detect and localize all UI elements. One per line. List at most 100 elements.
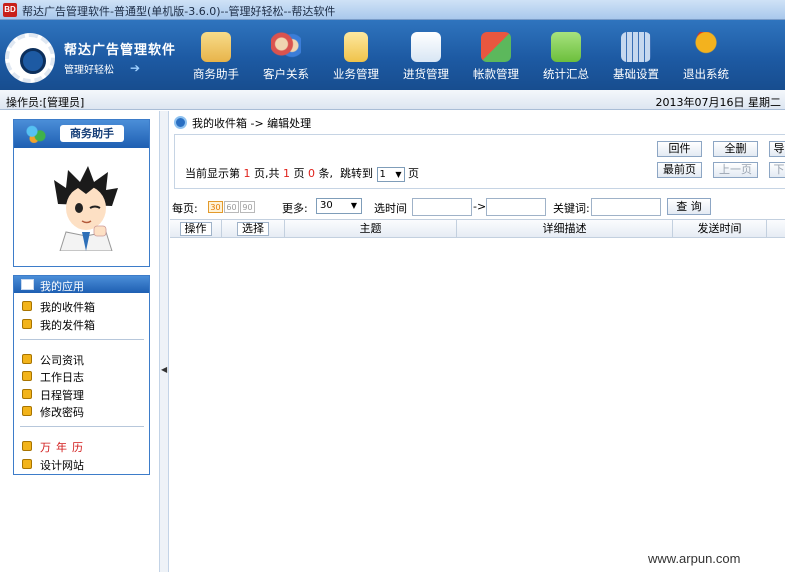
next-page-button[interactable]: 下 (769, 162, 785, 178)
col-description[interactable]: 详细描述 (457, 220, 673, 238)
total-pages: 1 (283, 167, 290, 180)
chart-icon (551, 32, 581, 62)
menu-label: 公司资讯 (40, 354, 84, 367)
col-select[interactable]: 选择 (222, 220, 285, 238)
transfer-arrows-icon (481, 32, 511, 62)
nav-label: 商务助手 (193, 67, 239, 81)
menu-divider (20, 426, 144, 427)
nav-label: 统计汇总 (543, 67, 589, 81)
per-page-30[interactable]: 30 (208, 201, 223, 213)
calendar-grid-icon (621, 32, 651, 62)
menu-label: 设计网站 (40, 459, 84, 472)
brand-name: 帮达广告管理软件 (64, 43, 177, 58)
nav-label: 基础设置 (613, 67, 659, 81)
top-banner: 帮达广告管理软件 管理好轻松 ➔ 商务助手 客户关系 业务管理 进货管理 帐款管… (0, 20, 785, 90)
jump-page-value: 1 (379, 168, 386, 180)
hexagon-bullet-icon (22, 301, 32, 311)
people-icon (271, 32, 301, 62)
window-title: 帮达广告管理软件-普通型(单机版-3.6.0)--管理好轻松--帮达软件 (22, 5, 336, 18)
collapse-left-icon[interactable]: ◀ (161, 365, 167, 374)
menu-label: 我的收件箱 (40, 301, 95, 314)
hexagon-bullet-icon (22, 441, 32, 451)
left-panel: 商务助手 我的应用 我的收件箱 我的发件箱 公司资讯 工作日志 日程管理 修改密… (0, 111, 160, 572)
query-button[interactable]: 查 询 (667, 198, 711, 215)
nav-purchase-management[interactable]: 进货管理 (394, 32, 458, 88)
menu-divider (20, 339, 144, 340)
watermark: www.arpun.com (648, 551, 741, 566)
col-action[interactable]: 操作 (170, 220, 222, 238)
pager-panel: 当前显示第 1 页,共 1 页 0 条, 跳转到 1 ▼ 页 回件 全删 导 最前… (174, 134, 785, 189)
more-select-value: 30 (320, 200, 333, 211)
my-apps-header[interactable]: 我的应用 (14, 276, 149, 293)
nav-label: 客户关系 (263, 67, 309, 81)
cartoon-avatar-icon (54, 166, 118, 251)
main-content: 我的收件箱 -> 编辑处理 当前显示第 1 页,共 1 页 0 条, 跳转到 1… (170, 111, 785, 572)
pager-text: 页,共 (254, 167, 280, 180)
hexagon-bullet-icon (22, 459, 32, 469)
jump-page-select[interactable]: 1 ▼ (376, 166, 405, 182)
clipboard-icon (344, 32, 368, 62)
nav-basic-settings[interactable]: 基础设置 (604, 32, 668, 88)
range-arrow: -> (473, 200, 487, 213)
pager-info: 当前显示第 1 页,共 1 页 0 条, 跳转到 1 ▼ 页 (185, 165, 419, 182)
nav-accounts-management[interactable]: 帐款管理 (464, 32, 528, 88)
breadcrumb: 我的收件箱 -> 编辑处理 (174, 115, 311, 131)
notepad-pen-icon (411, 32, 441, 62)
total-items: 0 (308, 167, 315, 180)
clipboard-pen-icon (201, 32, 231, 62)
pager-text: 条, (318, 167, 334, 180)
nav-label: 帐款管理 (473, 67, 519, 81)
my-apps-panel: 我的应用 我的收件箱 我的发件箱 公司资讯 工作日志 日程管理 修改密码 万年历… (13, 275, 150, 475)
filter-bar: 每页: 30 60 90 更多: 30 ▼ 选时间 -> 关键词: 查 询 (170, 197, 785, 217)
panel-splitter[interactable]: ◀ (160, 111, 169, 572)
browser-globe-icon (174, 116, 187, 129)
time-label: 选时间 (374, 202, 407, 215)
menu-label: 修改密码 (40, 406, 84, 419)
operator-label: 操作员:[管理员] (6, 96, 85, 109)
nav-business-assistant[interactable]: 商务助手 (184, 32, 248, 88)
pager-prefix: 当前显示第 (185, 167, 240, 180)
more-label: 更多: (282, 202, 308, 215)
nav-statistics-summary[interactable]: 统计汇总 (534, 32, 598, 88)
pager-text: 页 (408, 167, 419, 180)
nav-business-management[interactable]: 业务管理 (324, 32, 388, 88)
hexagon-bullet-icon (22, 371, 32, 381)
title-bar: BD 帮达广告管理软件-普通型(单机版-3.6.0)--管理好轻松--帮达软件 (0, 0, 785, 20)
menu-label: 工作日志 (40, 371, 84, 384)
current-date: 2013年07月16日 星期二 (655, 96, 782, 109)
per-page-60[interactable]: 60 (224, 201, 239, 213)
nav-label: 业务管理 (333, 67, 379, 81)
current-page: 1 (243, 167, 251, 180)
col-send-time[interactable]: 发送时间 (673, 220, 767, 238)
end-date-input[interactable] (486, 198, 546, 216)
reply-button[interactable]: 回件 (657, 141, 702, 157)
assistant-header: 商务助手 (14, 120, 149, 148)
assistant-panel: 商务助手 (13, 119, 150, 267)
nav-customer-relations[interactable]: 客户关系 (254, 32, 318, 88)
hexagon-bullet-icon (22, 406, 32, 416)
start-date-input[interactable] (412, 198, 472, 216)
gear-logo-icon (5, 33, 55, 83)
prev-page-button[interactable]: 上一页 (713, 162, 758, 178)
first-page-button[interactable]: 最前页 (657, 162, 702, 178)
exit-figure-icon (691, 32, 721, 62)
hexagon-bullet-icon (22, 319, 32, 329)
hexagon-bullet-icon (22, 354, 32, 364)
pager-text: 页 (293, 167, 305, 180)
app-logo-icon: BD (3, 3, 17, 17)
nav-exit-system[interactable]: 退出系统 (674, 32, 738, 88)
hexagon-bullet-icon (22, 389, 32, 399)
app-window-icon (21, 279, 34, 290)
export-button[interactable]: 导 (769, 141, 785, 157)
nav-label: 进货管理 (403, 67, 449, 81)
col-subject[interactable]: 主题 (285, 220, 457, 238)
delete-all-button[interactable]: 全删 (713, 141, 758, 157)
menu-label: 日程管理 (40, 389, 84, 402)
per-page-90[interactable]: 90 (240, 201, 255, 213)
more-select[interactable]: 30 ▼ (316, 198, 362, 214)
keyword-input[interactable] (591, 198, 661, 216)
arrow-right-icon: ➔ (130, 61, 141, 75)
col-select-label: 选择 (237, 222, 269, 236)
brand-slogan: 管理好轻松 (64, 65, 114, 76)
dropdown-caret-icon: ▼ (395, 169, 402, 179)
